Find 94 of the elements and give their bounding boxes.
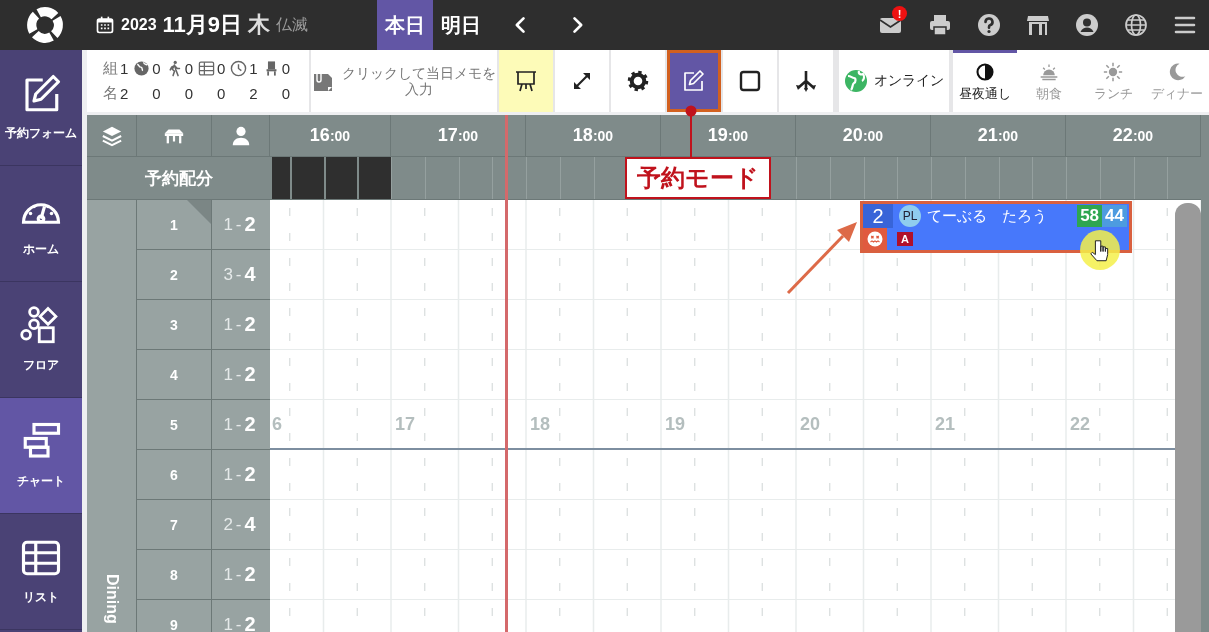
- stat-value: 0: [217, 85, 226, 102]
- stat-value: 0: [217, 60, 226, 77]
- sun-icon: [1103, 62, 1123, 82]
- rokuyo-text: 仏滅: [276, 14, 309, 35]
- help-icon: [976, 13, 1001, 37]
- half-circle-icon: [975, 62, 995, 82]
- time-header-cell: 22:00: [1066, 115, 1201, 156]
- hour-mark: 20: [800, 413, 821, 435]
- logo-icon: [25, 5, 65, 45]
- reservation-card[interactable]: 2 PL てーぶる たろう 58 44 A: [860, 201, 1132, 253]
- memo-button[interactable]: クリックして当日メモを入力: [311, 50, 497, 112]
- globe-icon: [133, 60, 151, 77]
- scrollbar[interactable]: [1175, 203, 1201, 632]
- stat-value: 0: [281, 60, 291, 77]
- stat-value: 2: [249, 85, 258, 102]
- mail-button[interactable]: !: [866, 0, 915, 50]
- hour-mark: 6: [272, 413, 282, 435]
- clock-icon: [230, 60, 248, 77]
- stat-value: 1: [119, 60, 129, 77]
- capacity-cell: 3-4: [212, 250, 270, 300]
- globe-icon: [844, 69, 868, 93]
- capacity-cell: 1-2: [212, 600, 270, 632]
- table-number-cell: 5: [137, 400, 212, 450]
- table-number-cell: 4: [137, 350, 212, 400]
- year-text: 2023: [121, 16, 157, 34]
- user-icon: [1074, 13, 1099, 37]
- table-number-cell: 8: [137, 550, 212, 600]
- capacity-cell: 1-2: [212, 350, 270, 400]
- day-tab[interactable]: 明日: [433, 0, 489, 50]
- guest-name: てーぶる たろう: [927, 206, 1048, 226]
- date-text: 11月9日: [162, 11, 243, 39]
- layers-icon: [100, 124, 123, 147]
- capacity-cell: 1-2: [212, 550, 270, 600]
- table-number-cell: 1: [137, 200, 212, 250]
- hour-mark: 21: [935, 413, 956, 435]
- table-number-cell: 3: [137, 300, 212, 350]
- edit-button[interactable]: [667, 50, 721, 112]
- stat-value: 0: [281, 85, 291, 102]
- table-number-cell: 7: [137, 500, 212, 550]
- moon-icon: [1167, 62, 1187, 82]
- capacity-cell: 1-2: [212, 200, 270, 250]
- expand-button[interactable]: [555, 50, 609, 112]
- sidebar-item[interactable]: チャート: [0, 398, 82, 514]
- stat-value: 0: [152, 85, 161, 102]
- time-header-cell: 21:00: [931, 115, 1066, 156]
- online-button[interactable]: オンライン: [839, 50, 949, 112]
- table-number-cell: 9: [137, 600, 212, 632]
- fork-button[interactable]: [779, 50, 833, 112]
- leader-line: [685, 105, 697, 159]
- time-header-cell: 20:00: [796, 115, 931, 156]
- time-header-cell: 18:00: [526, 115, 661, 156]
- table-number-cell: 2: [137, 250, 212, 300]
- number-tag: 44: [1102, 205, 1127, 227]
- clipboard-icon: [198, 60, 215, 77]
- count-tag: 58: [1077, 205, 1103, 227]
- stat-value: 0: [152, 60, 161, 77]
- store-icon: [1025, 13, 1050, 37]
- easel-button[interactable]: [499, 50, 553, 112]
- capacity-cell: 1-2: [212, 450, 270, 500]
- stat-value: 2: [119, 85, 129, 102]
- settings-icon: [626, 69, 650, 93]
- stat-value: 0: [184, 60, 193, 77]
- time-header-cell: 16:00: [270, 115, 391, 156]
- party-size: 2: [863, 204, 893, 228]
- calendar-icon: [95, 14, 115, 36]
- sunrise-icon: [1039, 62, 1059, 82]
- square-button[interactable]: [723, 50, 777, 112]
- easel-icon: [514, 69, 538, 93]
- square-icon: [738, 69, 762, 93]
- weekday-text: 木: [248, 11, 271, 39]
- edit-icon: [682, 69, 706, 93]
- area-label: Dining: [102, 574, 121, 624]
- globe-icon: [1123, 13, 1148, 37]
- printer-icon: [927, 13, 952, 37]
- capacity-cell: 1-2: [212, 400, 270, 450]
- table-number-cell: 6: [137, 450, 212, 500]
- hour-mark: 17: [395, 413, 416, 435]
- fork-icon: [794, 69, 818, 93]
- stat-label: 名: [102, 84, 118, 103]
- staff-initials: PL: [899, 205, 921, 227]
- stat-value: 0: [184, 85, 193, 102]
- capacity-cell: 1-2: [212, 300, 270, 350]
- stat-label: 組: [102, 59, 118, 78]
- settings-button[interactable]: [611, 50, 665, 112]
- hour-mark: 19: [665, 413, 686, 435]
- hour-mark: 18: [530, 413, 551, 435]
- pointer-drawing: [1077, 227, 1123, 273]
- day-tab[interactable]: 本日: [377, 0, 433, 50]
- mode-tooltip: 予約モード: [625, 157, 771, 199]
- stat-value: 1: [249, 60, 258, 77]
- letter-tag: A: [897, 232, 913, 246]
- notification-badge: !: [892, 6, 907, 21]
- capacity-cell: 2-4: [212, 500, 270, 550]
- hour-mark: 22: [1070, 413, 1091, 435]
